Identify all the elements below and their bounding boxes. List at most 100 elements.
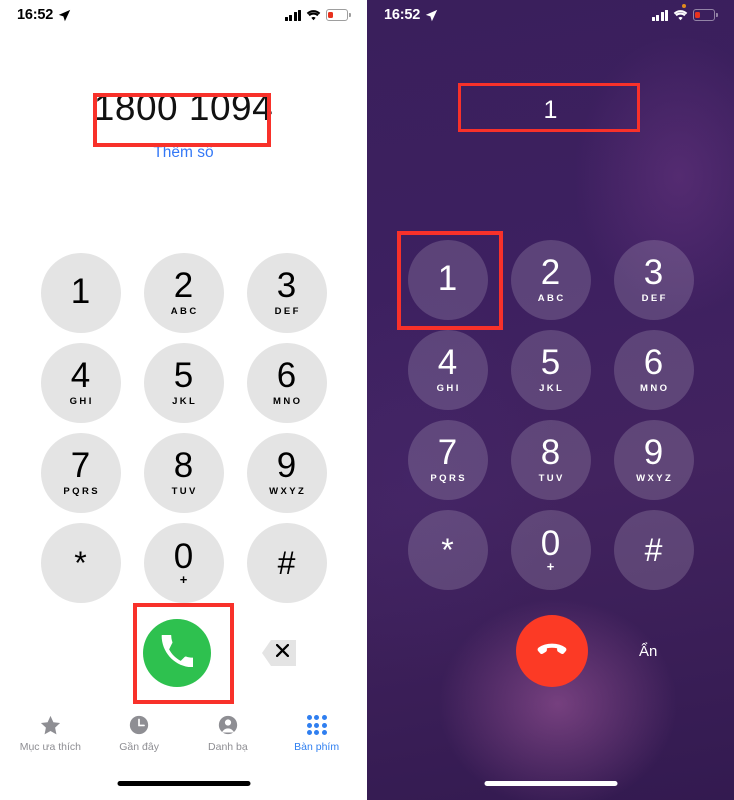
key-asterisk[interactable]: * [40, 523, 121, 603]
tab-favorites[interactable]: Mục ưa thích [7, 712, 93, 753]
location-arrow-icon [58, 9, 71, 22]
tab-label: Mục ưa thích [19, 741, 82, 753]
key-digit: 8 [173, 446, 194, 486]
key-9[interactable]: 9 WXYZ [246, 433, 327, 513]
key-plus-label: + [546, 558, 555, 574]
end-call-button[interactable] [516, 615, 588, 687]
key-digit: # [277, 545, 296, 581]
key-digit: 8 [540, 433, 561, 473]
status-bar-left: 16:52 [0, 0, 367, 30]
key-letters: JKL [539, 382, 565, 394]
call-button[interactable] [143, 619, 211, 687]
key-0[interactable]: 0 + [510, 510, 591, 590]
hide-keypad-label[interactable]: Ẩn [639, 643, 657, 660]
status-bar-right-group [284, 9, 352, 21]
key-digit: 0 [540, 524, 561, 564]
key-letters: DEF [641, 292, 668, 304]
key-5[interactable]: 5 JKL [510, 330, 591, 410]
key-digit: 2 [173, 266, 194, 306]
key-1[interactable]: 1 [40, 253, 121, 333]
key-digit: 3 [643, 253, 664, 293]
key-8[interactable]: 8 TUV [510, 420, 591, 500]
incall-action-row: Ẩn [367, 610, 734, 702]
end-call-icon [535, 632, 569, 671]
wifi-icon [306, 9, 321, 21]
key-digit: 6 [276, 356, 297, 396]
key-digit: 3 [276, 266, 297, 306]
key-7[interactable]: 7 PQRS [40, 433, 121, 513]
key-7[interactable]: 7 PQRS [407, 420, 488, 500]
key-letters: DEF [274, 305, 301, 317]
key-digit: 4 [70, 356, 91, 396]
key-hash[interactable]: # [613, 510, 694, 590]
status-time: 16:52 [17, 7, 54, 23]
key-digit: 9 [643, 433, 664, 473]
key-letters: GHI [69, 395, 94, 407]
key-letters: TUV [171, 485, 198, 497]
key-4[interactable]: 4 GHI [40, 343, 121, 423]
key-digit: 6 [643, 343, 664, 383]
home-indicator [117, 781, 250, 786]
key-digit: 5 [173, 356, 194, 396]
tab-label: Gần đây [119, 741, 159, 753]
key-8[interactable]: 8 TUV [143, 433, 224, 513]
clock-icon [128, 712, 150, 738]
call-icon [161, 633, 195, 672]
tab-label: Bàn phím [294, 741, 340, 753]
backspace-button[interactable] [262, 640, 296, 666]
close-icon [275, 643, 290, 662]
status-bar-left-group: 16:52 [384, 7, 438, 23]
right-phone-incall-screen: 16:52 1 1 2 ABC 3 DEF 4 GHI 5 JKL 6 MNO … [367, 0, 734, 800]
status-time: 16:52 [384, 7, 421, 23]
key-digit: 1 [70, 271, 91, 311]
tab-contacts[interactable]: Danh bạ [185, 712, 271, 753]
key-digit: 7 [437, 433, 458, 473]
dial-keypad-left: 1 2 ABC 3 DEF 4 GHI 5 JKL 6 MNO 7 PQRS 8 TUV 9W… [0, 253, 367, 603]
status-bar-right-group [651, 9, 719, 21]
key-letters: PQRS [63, 485, 100, 497]
key-hash[interactable]: # [246, 523, 327, 603]
entered-digits: 1 [543, 96, 558, 124]
notification-dot-icon [682, 4, 686, 8]
status-bar-right: 16:52 [367, 0, 734, 30]
key-digit: 1 [437, 258, 458, 298]
tab-recents[interactable]: Gần đây [96, 712, 182, 753]
battery-low-icon [326, 9, 351, 21]
dialed-number: 1800 1094 [93, 87, 274, 128]
key-1[interactable]: 1 [407, 240, 488, 320]
key-letters: MNO [273, 395, 303, 407]
key-0[interactable]: 0 + [143, 523, 224, 603]
home-indicator [484, 781, 617, 786]
key-digit: 9 [276, 446, 297, 486]
key-6[interactable]: 6 MNO [246, 343, 327, 423]
dial-keypad-right: 1 2 ABC 3 DEF 4 GHI 5 JKL 6 MNO 7 PQRS 8 TUV 9W… [367, 240, 734, 590]
key-2[interactable]: 2 ABC [510, 240, 591, 320]
key-letters: MNO [640, 382, 670, 394]
key-letters: PQRS [430, 472, 467, 484]
status-bar-left-group: 16:52 [17, 7, 71, 23]
incall-digits-area: 1 [367, 86, 734, 135]
key-6[interactable]: 6 MNO [613, 330, 694, 410]
key-2[interactable]: 2 ABC [143, 253, 224, 333]
key-digit: 4 [437, 343, 458, 383]
key-3[interactable]: 3 DEF [613, 240, 694, 320]
tab-keypad[interactable]: Bàn phím [274, 712, 360, 753]
add-number-link[interactable]: Thêm số [153, 144, 213, 162]
key-3[interactable]: 3 DEF [246, 253, 327, 333]
key-9[interactable]: 9 WXYZ [613, 420, 694, 500]
key-letters: WXYZ [269, 485, 307, 497]
key-letters: GHI [436, 382, 461, 394]
key-asterisk[interactable]: * [407, 510, 488, 590]
left-phone-dialer-screen: 16:52 1800 1094 Thêm số 1 2 ABC 3 DEF 4 … [0, 0, 367, 800]
key-5[interactable]: 5 JKL [143, 343, 224, 423]
key-4[interactable]: 4 GHI [407, 330, 488, 410]
cellular-signal-icon [284, 9, 301, 21]
keypad-grid-icon [306, 712, 327, 738]
star-icon [39, 712, 62, 738]
key-digit: 0 [173, 537, 194, 577]
cellular-signal-icon [651, 9, 668, 21]
dialer-action-row [0, 612, 367, 698]
key-digit: 5 [540, 343, 561, 383]
person-icon [217, 712, 239, 738]
key-digit: 7 [70, 446, 91, 486]
